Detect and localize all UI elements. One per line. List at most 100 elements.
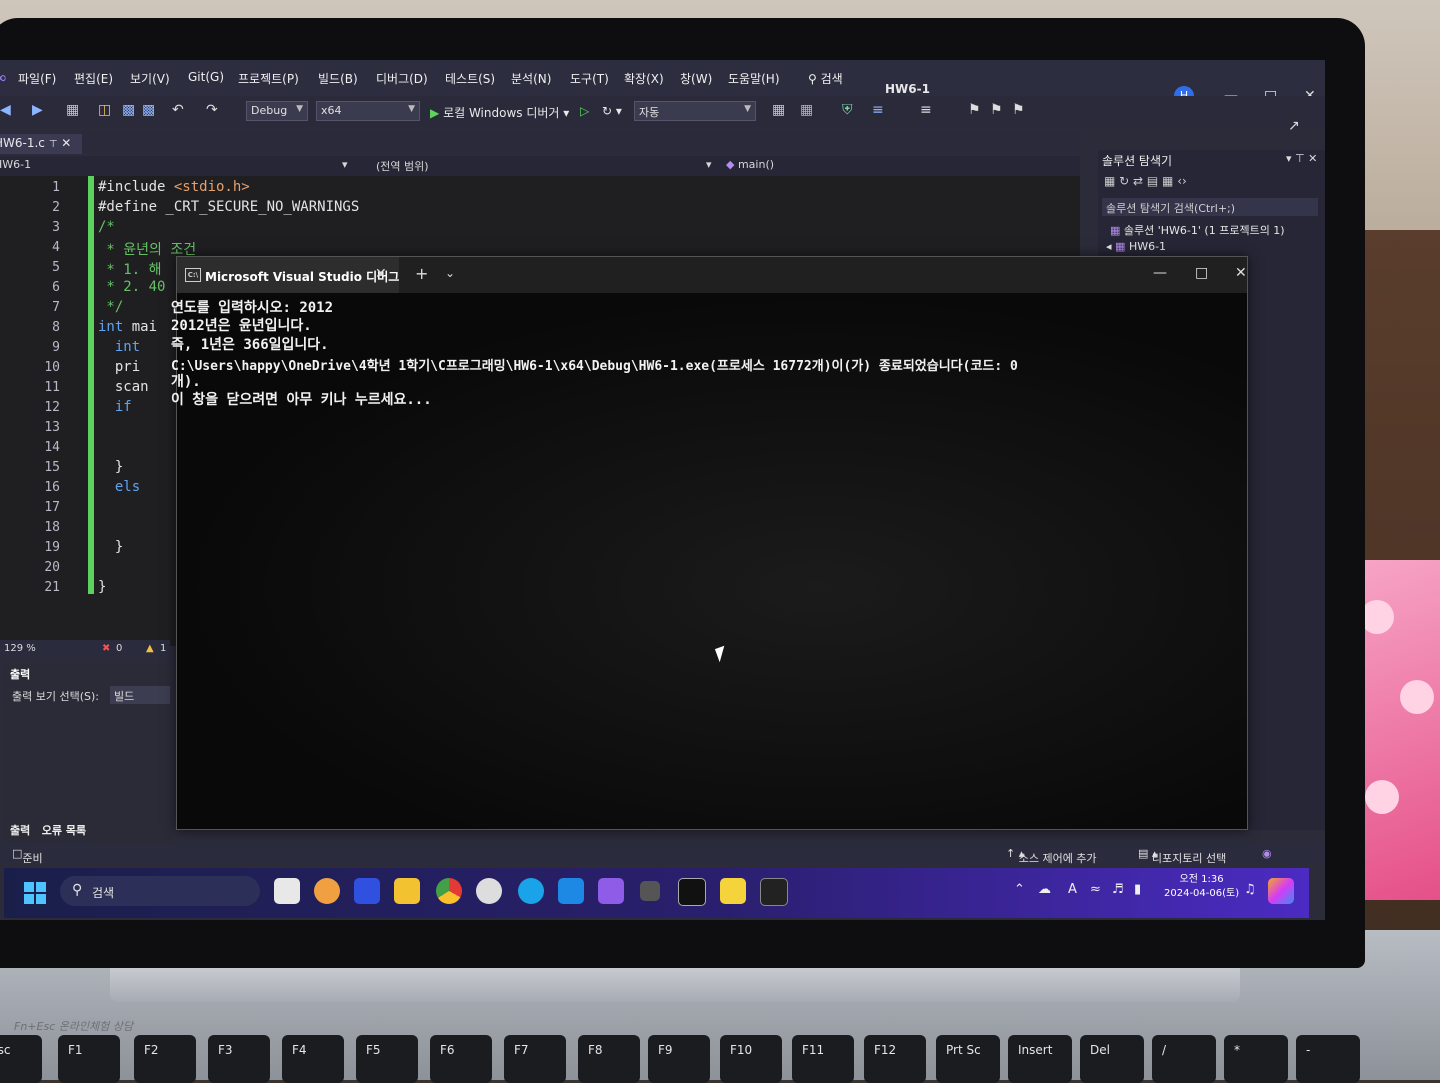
minimize-icon[interactable]: — [1153, 265, 1167, 281]
save-icon[interactable]: ▩ [122, 102, 135, 118]
undo-icon[interactable]: ↶ [172, 102, 184, 118]
key-slash[interactable]: / [1152, 1035, 1216, 1083]
ime-icon[interactable]: A [1068, 882, 1077, 897]
console-tab[interactable]: C:\ Microsoft Visual Studio 디버그 ✕ [177, 257, 399, 293]
menu-build[interactable]: 빌드(B) [318, 70, 358, 87]
nav-scope-dropdown[interactable]: (전역 범위) [376, 158, 429, 174]
wifi-icon[interactable]: ≈ [1090, 882, 1101, 897]
menu-edit[interactable]: 편집(E) [74, 70, 113, 87]
browse-icon[interactable]: ▦ [772, 102, 785, 118]
chevron-up-icon[interactable]: ⌃ [1014, 882, 1025, 897]
key-insert[interactable]: Insert [1008, 1035, 1072, 1083]
tab-output[interactable]: 출력 [10, 824, 30, 837]
menu-git[interactable]: Git(G) [188, 70, 224, 84]
file-explorer-icon[interactable] [394, 878, 420, 904]
visual-studio-icon[interactable] [598, 878, 624, 904]
key-f9[interactable]: F9 [648, 1035, 710, 1083]
solution-toolbar-icons[interactable]: ▦ ↻ ⇄ ▤ ▦ ‹› [1104, 174, 1187, 188]
volume-icon[interactable]: ♬ [1112, 882, 1124, 897]
open-folder-icon[interactable]: ◫ [98, 102, 111, 118]
menu-project[interactable]: 프로젝트(P) [238, 70, 299, 87]
pin-icon[interactable]: ▾ ⊤ ✕ [1286, 152, 1317, 165]
menu-test[interactable]: 테스트(S) [445, 70, 495, 87]
key-f11[interactable]: F11 [792, 1035, 854, 1083]
console-output[interactable]: 연도를 입력하시오: 2012 2012년은 윤년입니다. 즉, 1년은 366… [171, 293, 1247, 829]
key-f6[interactable]: F6 [430, 1035, 492, 1083]
key-f10[interactable]: F10 [720, 1035, 782, 1083]
key-f3[interactable]: F3 [208, 1035, 270, 1083]
menu-window[interactable]: 창(W) [680, 70, 712, 87]
solution-node[interactable]: ▦ 솔루션 'HW6-1' (1 프로젝트의 1) [1110, 222, 1285, 238]
startup-item-select[interactable]: 자동 ▼ [634, 101, 756, 121]
start-without-debug-button[interactable]: ▷ [580, 104, 589, 118]
taskbar-clock[interactable]: 오전 1:36 2024-04-06(토) [1164, 873, 1239, 901]
key-del[interactable]: Del [1080, 1035, 1144, 1083]
edge-icon[interactable] [518, 878, 544, 904]
key-f1[interactable]: F1 [58, 1035, 120, 1083]
menu-tools[interactable]: 도구(T) [570, 70, 609, 87]
key-esc[interactable]: Esc [0, 1035, 42, 1083]
start-debug-button[interactable]: ▶ 로컬 Windows 디버거 ▾ [430, 104, 569, 121]
app-cube-icon[interactable] [476, 878, 502, 904]
key-minus[interactable]: - [1296, 1035, 1360, 1083]
windows-start-icon[interactable] [24, 882, 46, 904]
project-node[interactable]: ◂ ▦ HW6-1 [1106, 240, 1166, 253]
menu-debug[interactable]: 디버그(D) [376, 70, 428, 87]
menu-extensions[interactable]: 확장(X) [624, 70, 664, 87]
task-view-icon[interactable] [274, 878, 300, 904]
sticky-notes-icon[interactable] [720, 878, 746, 904]
warning-icon[interactable]: ▲ [146, 643, 154, 654]
key-f7[interactable]: F7 [504, 1035, 566, 1083]
save-all-icon[interactable]: ▩ [142, 102, 155, 118]
zoom-level[interactable]: 129 % [4, 643, 36, 654]
add-source-control-button[interactable]: ↑ 소스 제어에 추가 ▴ [1006, 847, 1097, 865]
tab-error-list[interactable]: 오류 목록 [42, 824, 86, 837]
new-project-icon[interactable]: ▦ [66, 102, 79, 118]
key-f2[interactable]: F2 [134, 1035, 196, 1083]
key-f4[interactable]: F4 [282, 1035, 344, 1083]
pin-icon[interactable]: ⊤ [49, 139, 58, 150]
maximize-icon[interactable]: □ [1195, 265, 1208, 281]
key-prtsc[interactable]: Prt Sc [936, 1035, 1000, 1083]
key-f12[interactable]: F12 [864, 1035, 926, 1083]
solution-search-input[interactable]: 솔루션 탐색기 검색(Ctrl+;) [1102, 198, 1318, 216]
menu-file[interactable]: 파일(F) [18, 70, 56, 87]
config-select[interactable]: Debug ▼ [246, 101, 308, 121]
close-tab-icon[interactable]: ✕ [375, 266, 387, 282]
output-source-select[interactable]: 빌드 [110, 686, 170, 704]
notifications-icon[interactable]: ◉ [1262, 847, 1272, 860]
widgets-icon[interactable] [314, 878, 340, 904]
teams-icon[interactable] [354, 878, 380, 904]
share-icon[interactable]: ↗ [1288, 118, 1300, 134]
nav-function-dropdown[interactable]: ◆ main() [726, 158, 774, 171]
menu-analyze[interactable]: 분석(N) [511, 70, 551, 87]
chevron-down-icon[interactable]: ▾ [706, 158, 712, 171]
platform-select[interactable]: x64 ▼ [316, 101, 420, 121]
bookmark-prev-icon[interactable]: ⚑ [990, 102, 1003, 118]
taskbar-search[interactable]: ⚲ 검색 [60, 876, 260, 906]
vscode-icon[interactable] [558, 878, 584, 904]
new-tab-icon[interactable]: + [415, 264, 428, 283]
chevron-down-icon[interactable]: ▾ [342, 158, 348, 171]
select-repository-button[interactable]: ▤ 리포지토리 선택 ▴ [1138, 847, 1226, 865]
notification-bell-icon[interactable]: ♫ [1244, 882, 1256, 897]
key-f5[interactable]: F5 [356, 1035, 418, 1083]
chevron-down-icon[interactable]: ⌄ [445, 266, 455, 280]
nav-project-dropdown[interactable]: HW6-1 [0, 158, 31, 171]
redo-icon[interactable]: ↷ [206, 102, 218, 118]
key-asterisk[interactable]: * [1224, 1035, 1288, 1083]
error-icon[interactable]: ✖ [102, 643, 110, 654]
menu-view[interactable]: 보기(V) [130, 70, 170, 87]
bookmark-next-icon[interactable]: ⚑ [1012, 102, 1025, 118]
key-f8[interactable]: F8 [578, 1035, 640, 1083]
close-tab-icon[interactable]: ✕ [61, 136, 71, 150]
battery-icon[interactable]: ▮ [1134, 882, 1141, 897]
format-icon[interactable]: ≡ [872, 102, 884, 118]
global-search[interactable]: ⚲ 검색 [808, 70, 843, 87]
copilot-icon[interactable] [1268, 878, 1294, 904]
chrome-icon[interactable] [436, 878, 462, 904]
back-icon[interactable]: ◀ [0, 102, 11, 118]
forward-icon[interactable]: ▶ [32, 102, 43, 118]
diagnostics-icon[interactable]: ▦ [800, 102, 813, 118]
cloud-icon[interactable]: ☁ [1038, 882, 1051, 897]
